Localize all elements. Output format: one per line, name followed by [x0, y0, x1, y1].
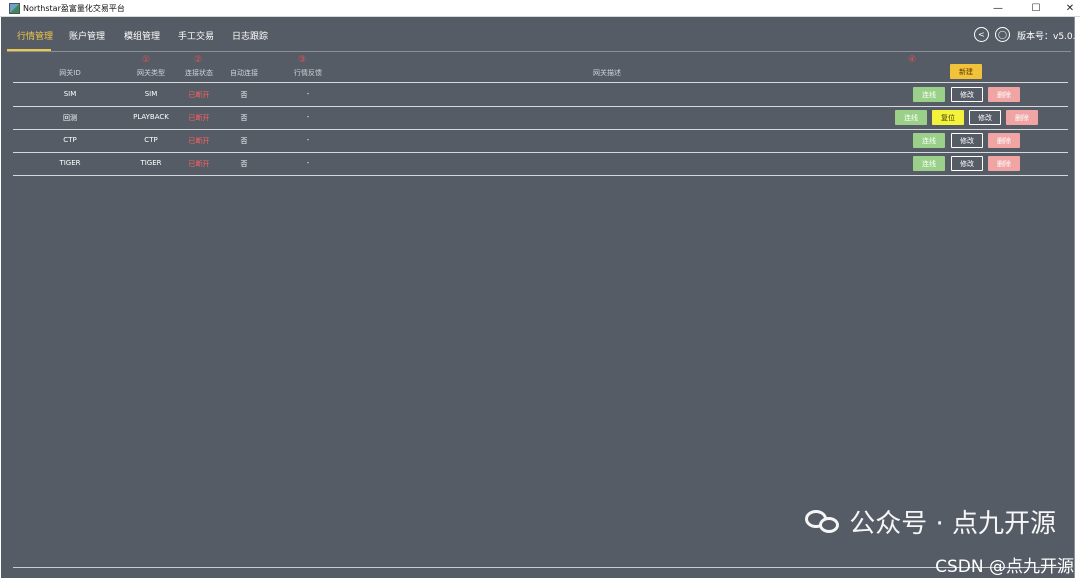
- new-gateway-button[interactable]: 新建: [950, 64, 982, 79]
- cell-gateway-type: PLAYBACK: [133, 113, 169, 121]
- connect-button[interactable]: 连线: [895, 110, 927, 125]
- tab-account-management[interactable]: 账户管理: [69, 29, 105, 42]
- top-nav: 行情管理 账户管理 模组管理 手工交易 日志跟踪 < ◯ 版本号：v5.0.0: [1, 17, 1080, 51]
- window-title: Northstar盈富量化交易平台: [23, 4, 125, 13]
- cell-auto-connect: 否: [240, 160, 248, 168]
- maximize-icon[interactable]: ☐: [1024, 0, 1048, 16]
- edit-button[interactable]: 修改: [951, 156, 983, 171]
- watermark-text: 公众号 · 点九开源: [849, 509, 1056, 539]
- marker-4: ④: [907, 55, 917, 65]
- cell-gateway-type: CTP: [144, 136, 158, 144]
- marker-3: ③: [297, 55, 307, 65]
- cell-auto-connect: 否: [240, 137, 248, 145]
- connect-button[interactable]: 连线: [913, 87, 945, 102]
- column-header-connection-status: 连接状态: [185, 69, 213, 77]
- bottom-divider: [13, 567, 1068, 568]
- column-header-auto-connect: 自动连接: [230, 69, 258, 77]
- cell-gateway-type: SIM: [144, 90, 158, 98]
- marker-2: ②: [193, 55, 203, 65]
- cell-connection-status: 已断开: [188, 160, 210, 168]
- column-header-gateway-id: 网关ID: [59, 69, 81, 77]
- tab-market-management[interactable]: 行情管理: [17, 29, 53, 42]
- row-divider: [13, 129, 1068, 130]
- cell-gateway-id: 回测: [63, 114, 77, 122]
- delete-button[interactable]: 删除: [988, 133, 1020, 148]
- cell-market-feedback: -: [306, 113, 310, 121]
- version-label: 版本号：v5.0.0: [1017, 32, 1080, 42]
- cell-gateway-id: CTP: [63, 136, 77, 144]
- cell-gateway-type: TIGER: [140, 159, 162, 167]
- row-divider: [13, 175, 1068, 176]
- delete-button[interactable]: 删除: [988, 87, 1020, 102]
- cell-gateway-id: TIGER: [59, 159, 81, 167]
- edit-button[interactable]: 修改: [951, 87, 983, 102]
- window-titlebar: Northstar盈富量化交易平台 — ☐ ✕: [0, 0, 1080, 17]
- wechat-icon: [805, 508, 841, 536]
- app-window: 行情管理 账户管理 模组管理 手工交易 日志跟踪 < ◯ 版本号：v5.0.0 …: [1, 17, 1080, 578]
- edit-button[interactable]: 修改: [969, 110, 1001, 125]
- minimize-icon[interactable]: —: [986, 0, 1010, 16]
- cell-market-feedback: -: [306, 159, 310, 167]
- close-icon[interactable]: ✕: [1058, 0, 1080, 16]
- edit-button[interactable]: 修改: [951, 133, 983, 148]
- cell-market-feedback: -: [306, 136, 310, 144]
- connect-button[interactable]: 连线: [913, 133, 945, 148]
- header-divider: [13, 82, 1068, 83]
- cell-auto-connect: 否: [240, 114, 248, 122]
- watermark: 公众号 · 点九开源: [805, 503, 1056, 540]
- tab-module-management[interactable]: 模组管理: [124, 29, 160, 42]
- cell-connection-status: 已断开: [188, 91, 210, 99]
- column-header-market-feedback: 行情反馈: [294, 69, 322, 77]
- cell-connection-status: 已断开: [188, 114, 210, 122]
- nav-divider: [7, 51, 1071, 52]
- connect-button[interactable]: 连线: [913, 156, 945, 171]
- column-header-gateway-description: 网关描述: [593, 69, 621, 77]
- tab-manual-trading[interactable]: 手工交易: [178, 29, 214, 42]
- cell-market-feedback: -: [306, 90, 310, 98]
- app-logo-icon: [9, 3, 20, 14]
- row-divider: [13, 106, 1068, 107]
- row-divider: [13, 152, 1068, 153]
- csdn-watermark: CSDN @点九开源: [935, 557, 1074, 577]
- marker-1: ①: [141, 55, 151, 65]
- share-icon[interactable]: <: [974, 27, 989, 42]
- cell-auto-connect: 否: [240, 91, 248, 99]
- delete-button[interactable]: 删除: [1006, 110, 1038, 125]
- reset-button[interactable]: 复位: [932, 110, 964, 125]
- tab-log-tracking[interactable]: 日志跟踪: [232, 29, 268, 42]
- cell-gateway-id: SIM: [63, 90, 77, 98]
- column-header-gateway-type: 网关类型: [137, 69, 165, 77]
- refresh-icon[interactable]: ◯: [995, 27, 1010, 42]
- delete-button[interactable]: 删除: [988, 156, 1020, 171]
- cell-connection-status: 已断开: [188, 137, 210, 145]
